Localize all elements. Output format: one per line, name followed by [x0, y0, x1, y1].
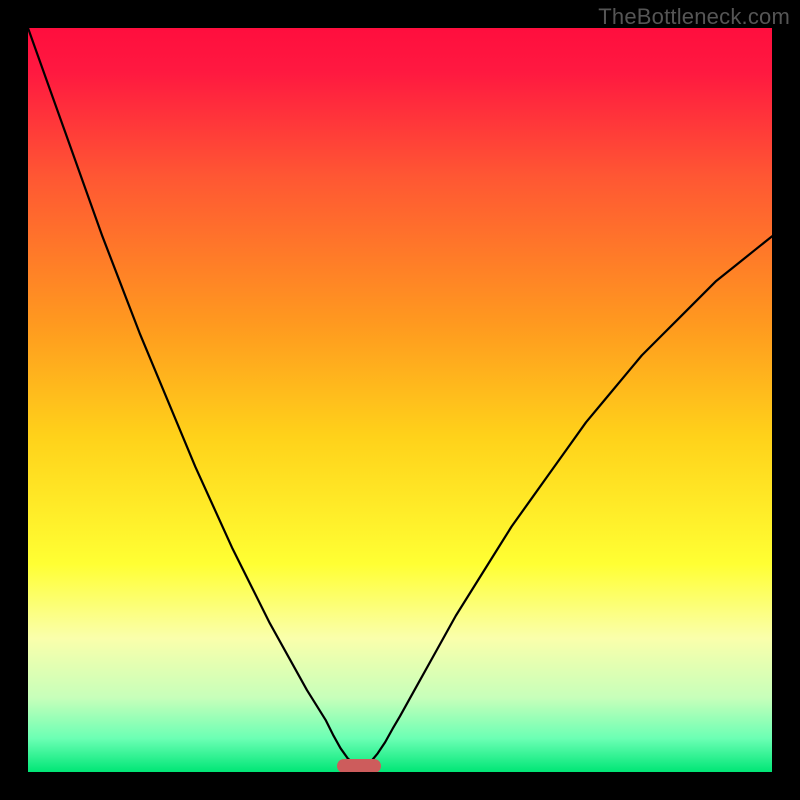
watermark-text: TheBottleneck.com [598, 4, 790, 30]
optimal-marker [337, 759, 381, 772]
bottleneck-curve [28, 28, 772, 772]
plot-area [28, 28, 772, 772]
chart-frame: TheBottleneck.com [0, 0, 800, 800]
